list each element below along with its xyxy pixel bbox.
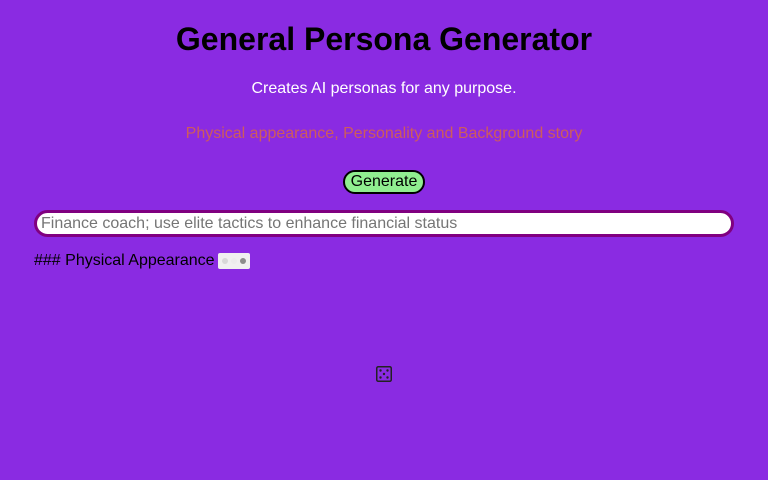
- page-tagline: Physical appearance, Personality and Bac…: [185, 125, 583, 142]
- dice-icon[interactable]: [376, 366, 392, 382]
- loading-dots-icon: [217, 253, 250, 269]
- output-area: ### Physical Appearance: [34, 251, 250, 271]
- output-text: ### Physical Appearance: [34, 252, 215, 269]
- generate-button[interactable]: Generate: [343, 170, 425, 194]
- page-title: General Persona Generator: [175, 21, 593, 57]
- page-subtitle: Creates AI personas for any purpose.: [251, 80, 517, 97]
- prompt-input[interactable]: [34, 210, 734, 237]
